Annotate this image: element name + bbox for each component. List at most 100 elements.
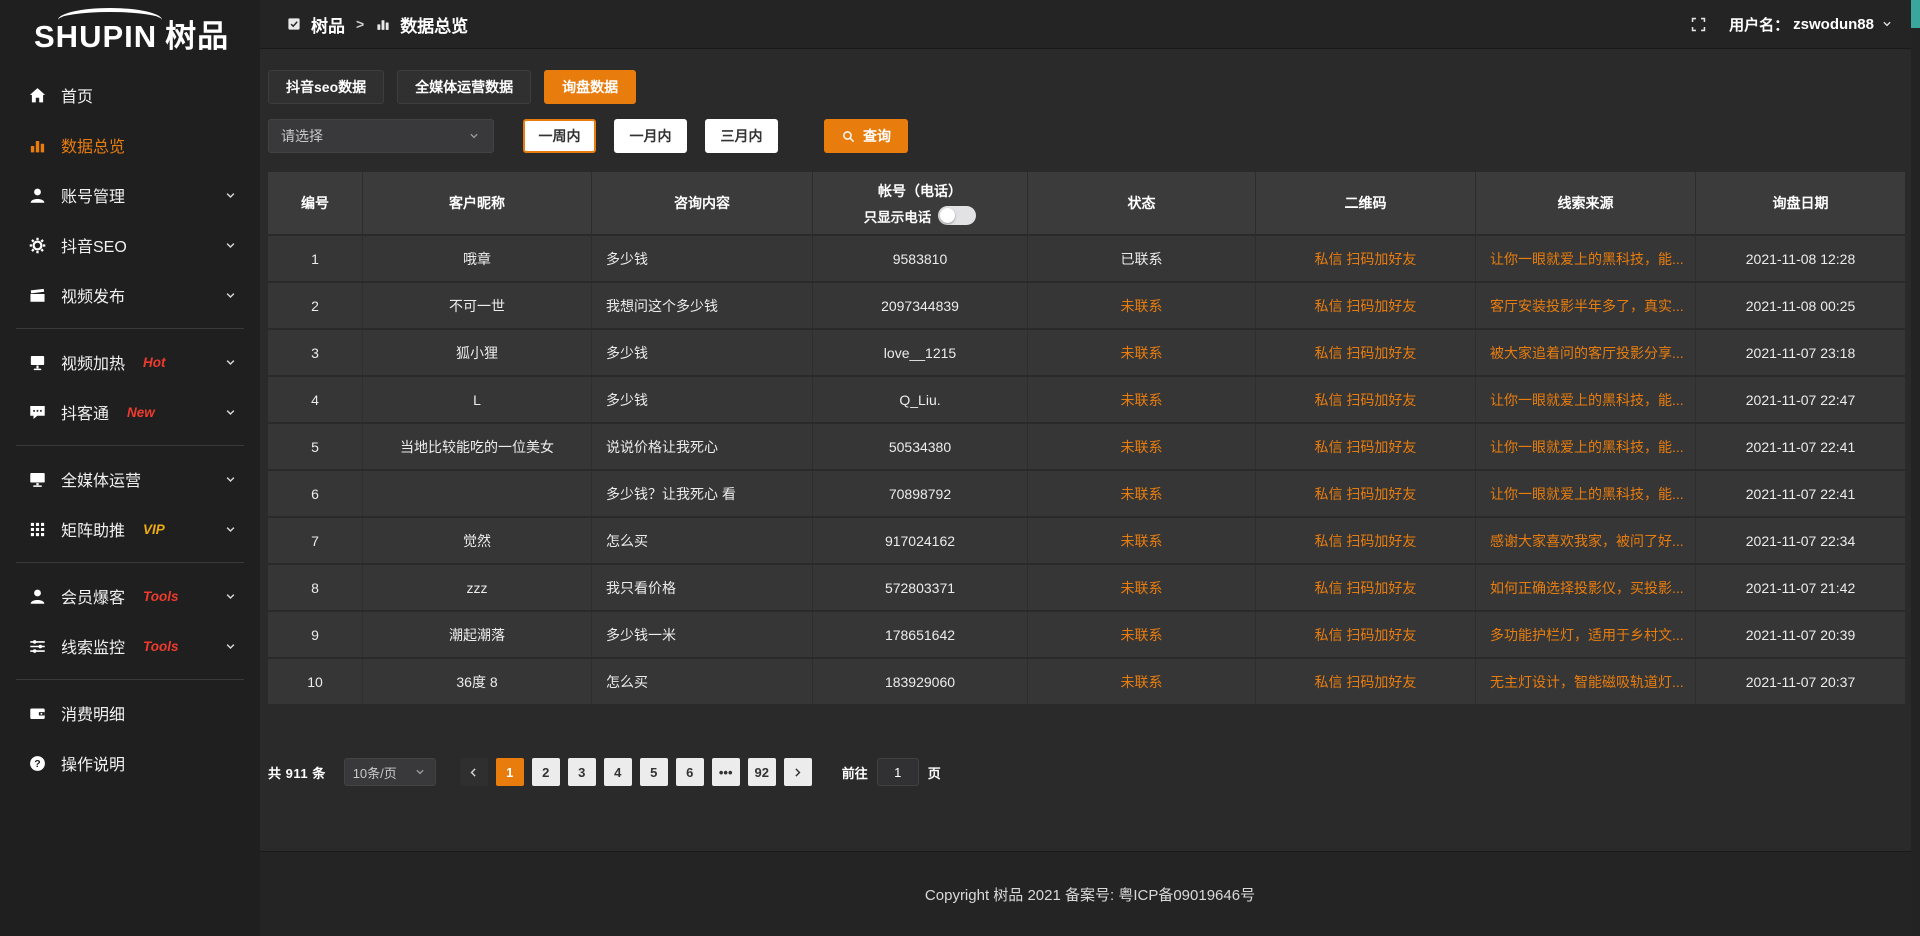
range-button-3[interactable]: 三月内 xyxy=(705,119,778,153)
cell-source-link[interactable]: 多功能护栏灯，适用于乡村文... xyxy=(1476,612,1696,657)
filter-select[interactable]: 请选择 xyxy=(268,119,494,153)
sidebar-item-label: 操作说明 xyxy=(61,751,125,775)
question-icon: ? xyxy=(28,754,47,773)
fullscreen-icon[interactable] xyxy=(1690,16,1707,33)
chat-icon xyxy=(28,403,47,422)
cell-qrcode-link[interactable]: 私信 扫码加好友 xyxy=(1256,424,1476,469)
next-page-button[interactable] xyxy=(784,758,812,786)
page-button-5[interactable]: 5 xyxy=(640,758,668,786)
member-icon xyxy=(28,587,47,606)
tab-3[interactable]: 询盘数据 xyxy=(544,70,636,104)
cell-qrcode-link[interactable]: 私信 扫码加好友 xyxy=(1256,565,1476,610)
sidebar-item[interactable]: 账号管理 xyxy=(0,170,260,220)
sidebar-item[interactable]: 矩阵助推VIP xyxy=(0,504,260,554)
cell-qrcode-link[interactable]: 私信 扫码加好友 xyxy=(1256,612,1476,657)
cell-source-link[interactable]: 让你一眼就爱上的黑科技，能... xyxy=(1476,377,1696,422)
cell-nickname: L xyxy=(363,377,592,422)
pagination-ellipsis[interactable]: ••• xyxy=(712,758,740,786)
cell-account: 2097344839 xyxy=(813,283,1028,328)
sidebar-item[interactable]: 全媒体运营 xyxy=(0,454,260,504)
logo-text-cn: 树品 xyxy=(165,21,229,52)
cell-source-link[interactable]: 被大家追着问的客厅投影分享... xyxy=(1476,330,1696,375)
chevron-down-icon xyxy=(223,405,238,420)
grid-icon xyxy=(28,520,47,539)
page-button-3[interactable]: 3 xyxy=(568,758,596,786)
table-header: 编号 客户昵称 咨询内容 帐号（电话） 只显示电话 状态 二维码 线索来源 询盘… xyxy=(268,172,1905,234)
page-button-1[interactable]: 1 xyxy=(496,758,524,786)
cell-date: 2021-11-07 20:39 xyxy=(1696,612,1905,657)
sidebar-item[interactable]: 会员爆客Tools xyxy=(0,571,260,621)
chevron-down-icon xyxy=(223,188,238,203)
cell-id: 3 xyxy=(268,330,363,375)
sidebar-item[interactable]: 抖音SEO xyxy=(0,220,260,270)
tab-1[interactable]: 抖音seo数据 xyxy=(268,70,384,104)
prev-page-button[interactable] xyxy=(460,758,488,786)
sidebar-item-label: 全媒体运营 xyxy=(61,467,141,491)
page-button-92[interactable]: 92 xyxy=(748,758,776,786)
cell-qrcode-link[interactable]: 私信 扫码加好友 xyxy=(1256,330,1476,375)
cell-id: 5 xyxy=(268,424,363,469)
page-button-2[interactable]: 2 xyxy=(532,758,560,786)
phone-only-toggle[interactable] xyxy=(938,206,976,225)
chevron-down-icon xyxy=(223,288,238,303)
cell-source-link[interactable]: 让你一眼就爱上的黑科技，能... xyxy=(1476,424,1696,469)
cell-qrcode-link[interactable]: 私信 扫码加好友 xyxy=(1256,377,1476,422)
sidebar-item[interactable]: 数据总览 xyxy=(0,120,260,170)
breadcrumb-root[interactable]: 树品 xyxy=(311,12,345,37)
goto-page: 前往 页 xyxy=(842,758,941,786)
scrollbar[interactable] xyxy=(1911,0,1920,936)
cell-source-link[interactable]: 让你一眼就爱上的黑科技，能... xyxy=(1476,471,1696,516)
cell-source-link[interactable]: 无主灯设计，智能磁吸轨道灯... xyxy=(1476,659,1696,704)
cell-source-link[interactable]: 客厅安装投影半年多了，真实... xyxy=(1476,283,1696,328)
sidebar-item[interactable]: 视频发布 xyxy=(0,270,260,320)
cell-source-link[interactable]: 感谢大家喜欢我家，被问了好... xyxy=(1476,518,1696,563)
home-icon xyxy=(28,86,47,105)
cell-status: 未联系 xyxy=(1028,659,1256,704)
page-size-select[interactable]: 10条/页 xyxy=(344,758,436,786)
search-button[interactable]: 查询 xyxy=(824,119,908,153)
range-button-2[interactable]: 一月内 xyxy=(614,119,687,153)
range-buttons: 一周内一月内三月内 xyxy=(523,119,778,153)
sidebar-item[interactable]: ? 操作说明 xyxy=(0,738,260,788)
sidebar-item[interactable]: 首页 xyxy=(0,70,260,120)
sidebar-item-label: 数据总览 xyxy=(61,133,125,157)
gear-icon xyxy=(28,236,47,255)
sidebar-nav: 首页数据总览账号管理抖音SEO 视频发布视频加热Hot抖客通New 全媒体运营矩阵助… xyxy=(0,60,260,788)
cell-qrcode-link[interactable]: 私信 扫码加好友 xyxy=(1256,471,1476,516)
range-button-1[interactable]: 一周内 xyxy=(523,119,596,153)
sidebar-item-label: 视频加热 xyxy=(61,350,125,374)
column-header-source: 线索来源 xyxy=(1476,172,1696,234)
cell-qrcode-link[interactable]: 私信 扫码加好友 xyxy=(1256,659,1476,704)
page-button-4[interactable]: 4 xyxy=(604,758,632,786)
sidebar-item[interactable]: 抖客通New xyxy=(0,387,260,437)
cell-qrcode-link[interactable]: 私信 扫码加好友 xyxy=(1256,518,1476,563)
cell-id: 10 xyxy=(268,659,363,704)
goto-page-input[interactable] xyxy=(877,758,919,786)
sidebar-item[interactable]: 视频加热Hot xyxy=(0,337,260,387)
sidebar-item-label: 视频发布 xyxy=(61,283,125,307)
copyright-text: Copyright 树品 2021 备案号: 粤ICP备09019646号 xyxy=(925,884,1255,905)
scrollbar-thumb[interactable] xyxy=(1911,0,1920,28)
cell-status: 未联系 xyxy=(1028,330,1256,375)
cell-status: 未联系 xyxy=(1028,377,1256,422)
user-menu[interactable]: 用户名： zswodun88 xyxy=(1729,14,1894,35)
cell-nickname: 不可一世 xyxy=(363,283,592,328)
cell-id: 2 xyxy=(268,283,363,328)
column-header-status: 状态 xyxy=(1028,172,1256,234)
cell-qrcode-link[interactable]: 私信 扫码加好友 xyxy=(1256,236,1476,281)
page-button-6[interactable]: 6 xyxy=(676,758,704,786)
cell-status: 未联系 xyxy=(1028,612,1256,657)
sidebar-item-label: 消费明细 xyxy=(61,701,125,725)
table-row: 1哦章多少钱9583810已联系私信 扫码加好友让你一眼就爱上的黑科技，能...… xyxy=(268,234,1905,281)
sidebar-item[interactable]: 线索监控Tools xyxy=(0,621,260,671)
chevron-left-icon xyxy=(467,766,480,779)
cell-source-link[interactable]: 如何正确选择投影仪，买投影... xyxy=(1476,565,1696,610)
content: 抖音seo数据全媒体运营数据询盘数据 请选择 一周内一月内三月内 查询 编号 客… xyxy=(260,49,1920,851)
cell-qrcode-link[interactable]: 私信 扫码加好友 xyxy=(1256,283,1476,328)
tab-2[interactable]: 全媒体运营数据 xyxy=(397,70,531,104)
sidebar-item[interactable]: 消费明细 xyxy=(0,688,260,738)
chevron-down-icon xyxy=(223,589,238,604)
cell-id: 6 xyxy=(268,471,363,516)
cell-source-link[interactable]: 让你一眼就爱上的黑科技，能... xyxy=(1476,236,1696,281)
logo[interactable]: SHUPIN树品 xyxy=(0,0,260,60)
